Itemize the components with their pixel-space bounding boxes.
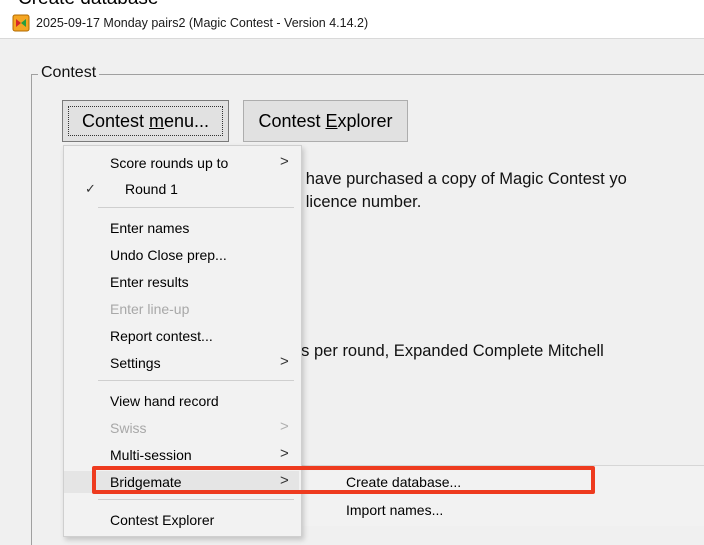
menu-item-report-contest[interactable]: Report contest... [64,325,299,347]
menu-item-settings[interactable]: Settings > [64,352,299,374]
menu-item-undo-close-prep[interactable]: Undo Close prep... [64,244,299,266]
contest-menu-button[interactable]: Contest menu... [62,100,229,142]
top-caption-text: Create database [18,0,159,8]
contest-format-text: ds per round, Expanded Complete Mitchell [292,342,604,360]
menu-separator [98,380,294,381]
info-text-line-1: u have purchased a copy of Magic Contest… [292,170,627,188]
menu-separator [98,207,294,208]
contest-explorer-button[interactable]: Contest Explorer [243,100,408,142]
highlight-annotation-box [92,466,595,494]
checkmark-icon: ✓ [85,181,96,196]
chevron-right-icon: > [280,445,289,462]
contest-menu-button-label: Contest menu... [68,106,223,136]
menu-item-enter-names[interactable]: Enter names [64,217,299,239]
menu-separator [98,499,294,500]
info-text-line-2: d licence number. [292,193,422,211]
top-caption-strip: Create database [0,0,704,8]
menu-item-swiss: Swiss > [110,418,289,436]
menu-item-multi-session[interactable]: Multi-session > [64,444,299,466]
window-title-bar: 2025-09-17 Monday pairs2 (Magic Contest … [0,8,704,39]
window-title: 2025-09-17 Monday pairs2 (Magic Contest … [36,16,369,30]
contest-group-label: Contest [38,64,100,82]
submenu-item-import-names[interactable]: Import names... [346,502,443,518]
magic-contest-app-icon [12,14,30,32]
menu-item-contest-explorer[interactable]: Contest Explorer [64,509,299,531]
menu-item-enter-results[interactable]: Enter results [64,271,299,293]
menu-item-enter-lineup: Enter line-up [110,301,190,317]
menu-item-round-1[interactable]: ✓ Round 1 [64,178,299,200]
menu-item-score-rounds[interactable]: Score rounds up to > [64,152,299,174]
chevron-right-icon: > [280,353,289,370]
menu-item-view-hand-record[interactable]: View hand record [64,390,299,412]
chevron-right-icon: > [280,418,289,435]
chevron-right-icon: > [280,153,289,170]
